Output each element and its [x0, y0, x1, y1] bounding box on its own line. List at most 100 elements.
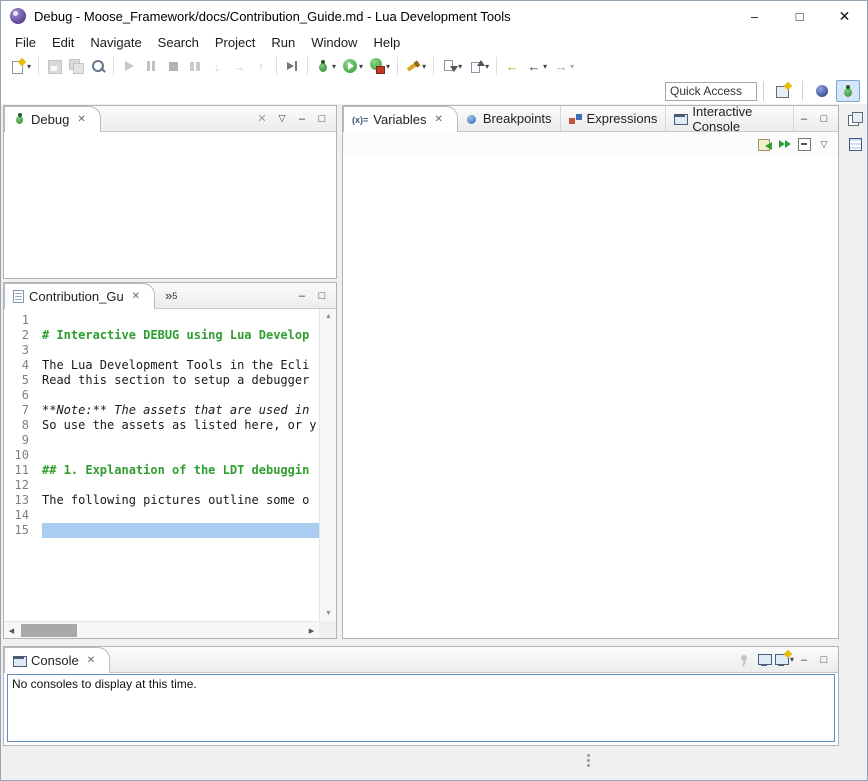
line-text[interactable] — [36, 343, 42, 358]
line-text[interactable] — [36, 433, 42, 448]
show-logical-structures-button[interactable] — [774, 135, 794, 153]
maximize-view-icon[interactable]: □ — [312, 110, 332, 128]
scrollbar-thumb[interactable] — [21, 624, 77, 637]
maximize-view-icon[interactable]: □ — [814, 651, 834, 669]
line-text[interactable]: Read this section to setup a debugger — [36, 373, 309, 388]
tab-variables[interactable]: (x)= Variables ✕ — [343, 106, 458, 132]
line-text[interactable] — [36, 508, 42, 523]
code-line-current[interactable]: 15 — [4, 523, 319, 538]
remove-all-terminated-icon[interactable]: ✕ — [252, 110, 272, 128]
external-tools-button[interactable]: ▾ — [367, 55, 392, 77]
code-line[interactable]: 7**Note:** The assets that are used in — [4, 403, 319, 418]
line-text[interactable] — [36, 313, 42, 328]
maximize-view-icon[interactable]: □ — [312, 287, 332, 305]
code-line[interactable]: 14 — [4, 508, 319, 523]
line-text[interactable] — [36, 478, 42, 493]
menu-search[interactable]: Search — [150, 33, 207, 52]
scroll-right-icon[interactable]: ▶ — [304, 622, 319, 639]
display-selected-console-button[interactable] — [754, 651, 774, 669]
line-text[interactable]: ## 1. Explanation of the LDT debuggin — [36, 463, 309, 478]
debug-button[interactable]: ▾ — [313, 55, 338, 77]
debug-perspective-button[interactable] — [836, 80, 860, 102]
horizontal-scrollbar[interactable]: ◀ ▶ — [4, 621, 319, 638]
resume-button[interactable] — [119, 55, 139, 77]
line-number[interactable]: 8 — [4, 418, 36, 433]
code-line[interactable]: 6 — [4, 388, 319, 403]
tab-console[interactable]: Console ✕ — [4, 647, 110, 673]
lua-perspective-button[interactable] — [810, 80, 834, 102]
close-icon[interactable]: ✕ — [132, 291, 140, 302]
menu-edit[interactable]: Edit — [44, 33, 82, 52]
line-text[interactable]: The following pictures outline some o — [36, 493, 309, 508]
tab-debug[interactable]: Debug ✕ — [4, 106, 101, 132]
open-console-button[interactable]: ▾ — [774, 651, 794, 669]
dropdown-icon[interactable]: ▾ — [386, 62, 390, 71]
run-button[interactable]: ▾ — [340, 55, 365, 77]
code-line[interactable]: 9 — [4, 433, 319, 448]
save-button[interactable] — [44, 55, 64, 77]
restore-views-button[interactable] — [844, 108, 866, 130]
dropdown-icon[interactable]: ▾ — [543, 62, 547, 71]
close-icon[interactable]: ✕ — [77, 114, 85, 125]
code-line[interactable]: 1 — [4, 313, 319, 328]
title-bar[interactable]: Debug - Moose_Framework/docs/Contributio… — [1, 1, 867, 31]
next-annotation-button[interactable]: ▾ — [439, 55, 464, 77]
close-icon[interactable]: ✕ — [435, 114, 443, 125]
menu-project[interactable]: Project — [207, 33, 263, 52]
open-perspective-button[interactable] — [771, 80, 795, 102]
close-window-button[interactable]: ✕ — [822, 1, 867, 31]
minimize-window-button[interactable]: – — [732, 1, 777, 31]
dropdown-icon[interactable]: ▾ — [332, 62, 336, 71]
code-line[interactable]: 2# Interactive DEBUG using Lua Develop — [4, 328, 319, 343]
line-number[interactable]: 13 — [4, 493, 36, 508]
line-text[interactable]: **Note:** The assets that are used in — [36, 403, 309, 418]
menu-help[interactable]: Help — [365, 33, 408, 52]
line-text[interactable] — [36, 523, 42, 538]
line-number[interactable]: 7 — [4, 403, 36, 418]
minimized-view-button[interactable] — [844, 133, 866, 155]
minimize-view-icon[interactable]: – — [794, 651, 814, 669]
line-number[interactable]: 11 — [4, 463, 36, 478]
line-number[interactable]: 14 — [4, 508, 36, 523]
menu-run[interactable]: Run — [263, 33, 303, 52]
line-number[interactable]: 10 — [4, 448, 36, 463]
tab-breakpoints[interactable]: Breakpoints — [458, 106, 561, 131]
dropdown-icon[interactable]: ▾ — [458, 62, 462, 71]
code-line[interactable]: 5Read this section to setup a debugger — [4, 373, 319, 388]
line-text[interactable] — [36, 448, 42, 463]
line-text[interactable]: # Interactive DEBUG using Lua Develop — [36, 328, 309, 343]
line-number[interactable]: 9 — [4, 433, 36, 448]
dropdown-icon[interactable]: ▾ — [570, 62, 574, 71]
line-number[interactable]: 5 — [4, 373, 36, 388]
code-line[interactable]: 12 — [4, 478, 319, 493]
menu-window[interactable]: Window — [303, 33, 365, 52]
line-number[interactable]: 4 — [4, 358, 36, 373]
code-line[interactable]: 4The Lua Development Tools in the Ecli — [4, 358, 319, 373]
open-search-dialog-button[interactable]: ▾ — [403, 55, 428, 77]
scroll-up-icon[interactable]: ▲ — [320, 309, 337, 324]
disconnect-button[interactable] — [185, 55, 205, 77]
collapse-all-button[interactable] — [794, 135, 814, 153]
quick-access-input[interactable]: Quick Access — [665, 82, 757, 101]
code-line[interactable]: 11## 1. Explanation of the LDT debuggin — [4, 463, 319, 478]
code-line[interactable]: 3 — [4, 343, 319, 358]
dropdown-icon[interactable]: ▾ — [485, 62, 489, 71]
tab-contribution-guide[interactable]: Contribution_Gu ✕ — [4, 283, 155, 309]
code-line[interactable]: 13The following pictures outline some o — [4, 493, 319, 508]
menu-file[interactable]: File — [7, 33, 44, 52]
close-icon[interactable]: ✕ — [87, 655, 95, 666]
forward-button[interactable]: →▾ — [551, 55, 576, 77]
dropdown-icon[interactable]: ▾ — [422, 62, 426, 71]
dropdown-icon[interactable]: ▾ — [359, 62, 363, 71]
view-menu-icon[interactable]: ▽ — [272, 110, 292, 128]
dropdown-icon[interactable]: ▾ — [27, 62, 31, 71]
line-number[interactable]: 15 — [4, 523, 36, 538]
suspend-button[interactable] — [141, 55, 161, 77]
pin-console-button[interactable] — [734, 651, 754, 669]
line-number[interactable]: 6 — [4, 388, 36, 403]
hidden-editors-chevron[interactable]: » 5 — [155, 283, 187, 308]
step-into-button[interactable]: ↓ — [207, 55, 227, 77]
scroll-down-icon[interactable]: ▼ — [320, 606, 337, 621]
tab-interactive-console[interactable]: Interactive Console — [666, 106, 794, 131]
search-button[interactable] — [88, 55, 108, 77]
